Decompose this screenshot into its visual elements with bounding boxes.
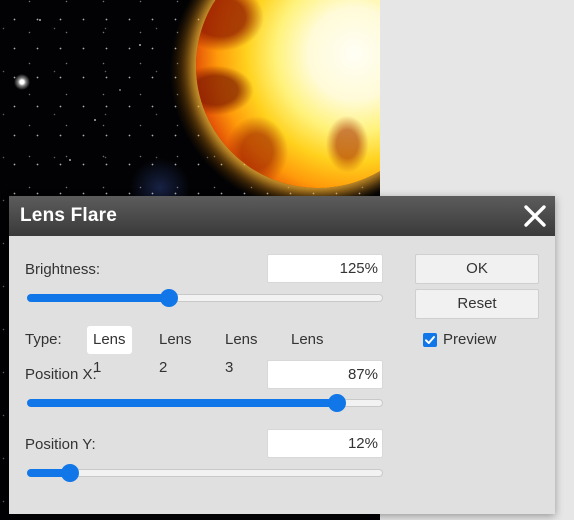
brightness-label: Brightness: [25, 261, 101, 278]
close-icon [521, 202, 549, 230]
lens-tab-3[interactable]: Lens 3 [219, 326, 264, 376]
dialog-title: Lens Flare [20, 205, 118, 226]
slider-thumb[interactable] [61, 464, 79, 482]
close-button[interactable] [521, 202, 549, 230]
lens-flare-dialog: Lens Flare Brightness: 125% Type: Lens 1… [9, 196, 555, 514]
ok-button[interactable]: OK [415, 254, 539, 284]
slider-thumb[interactable] [160, 289, 178, 307]
brightness-field[interactable]: 125% [267, 254, 383, 283]
dialog-titlebar[interactable]: Lens Flare [9, 196, 555, 236]
preview-checkbox[interactable] [423, 333, 437, 347]
lens-tab-4[interactable]: Lens 4 [285, 326, 330, 376]
preview-label: Preview [443, 331, 497, 348]
reset-button[interactable]: Reset [415, 289, 539, 319]
position-x-label: Position X: [25, 366, 97, 383]
position-y-label: Position Y: [25, 436, 96, 453]
slider-fill [27, 399, 337, 407]
lens-tab-2[interactable]: Lens 2 [153, 326, 198, 376]
lens-tab-1[interactable]: Lens 1 [87, 326, 132, 376]
type-label: Type: [25, 331, 62, 348]
checkmark-icon [423, 333, 437, 347]
slider-thumb[interactable] [328, 394, 346, 412]
slider-track [27, 469, 383, 477]
position-x-field[interactable]: 87% [267, 360, 383, 389]
position-x-slider[interactable] [27, 394, 383, 412]
position-y-slider[interactable] [27, 464, 383, 482]
brightness-slider[interactable] [27, 289, 383, 307]
position-y-field[interactable]: 12% [267, 429, 383, 458]
slider-fill [27, 294, 169, 302]
